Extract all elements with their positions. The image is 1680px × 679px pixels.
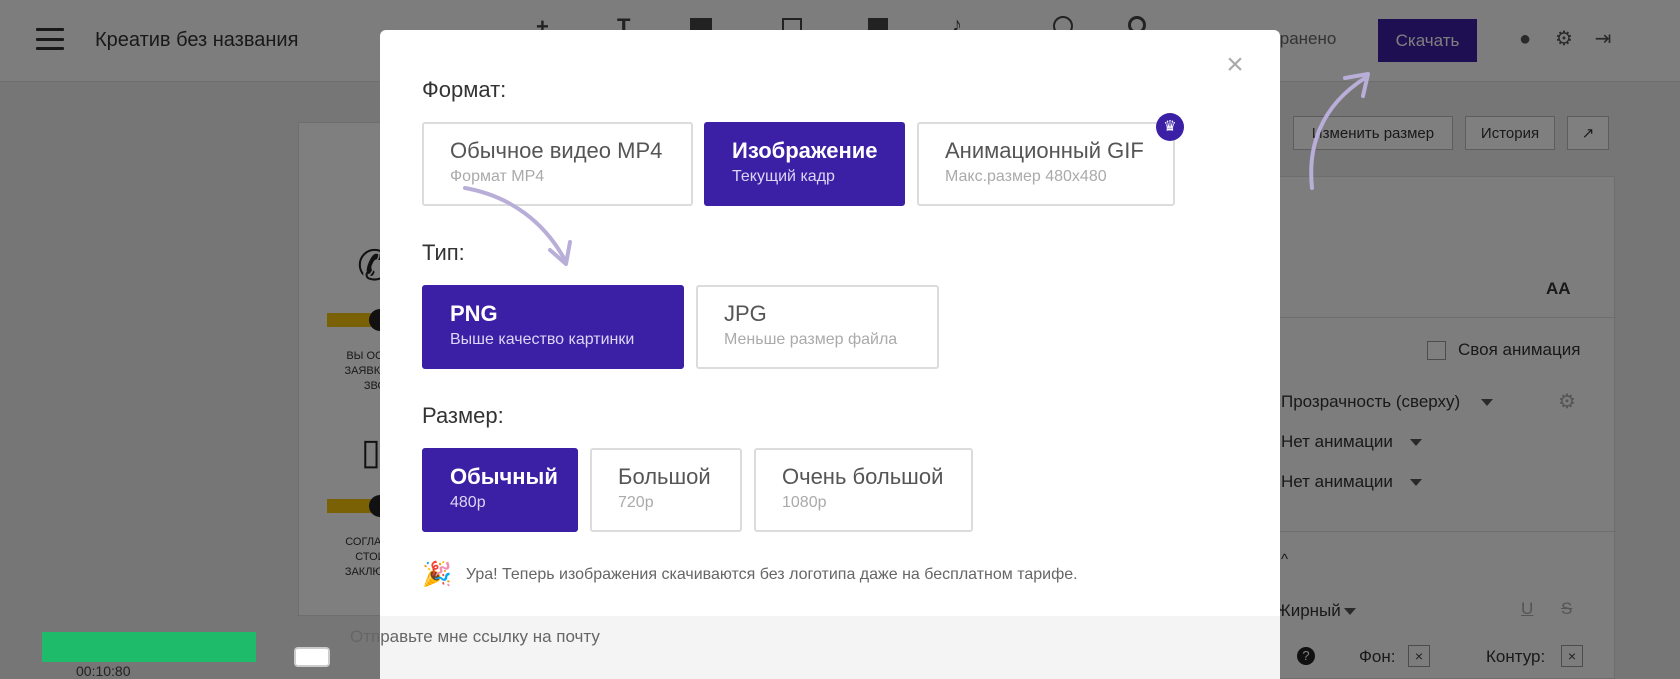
annotation-arrows	[463, 72, 1370, 266]
arrow-to-download-icon	[1309, 76, 1367, 190]
